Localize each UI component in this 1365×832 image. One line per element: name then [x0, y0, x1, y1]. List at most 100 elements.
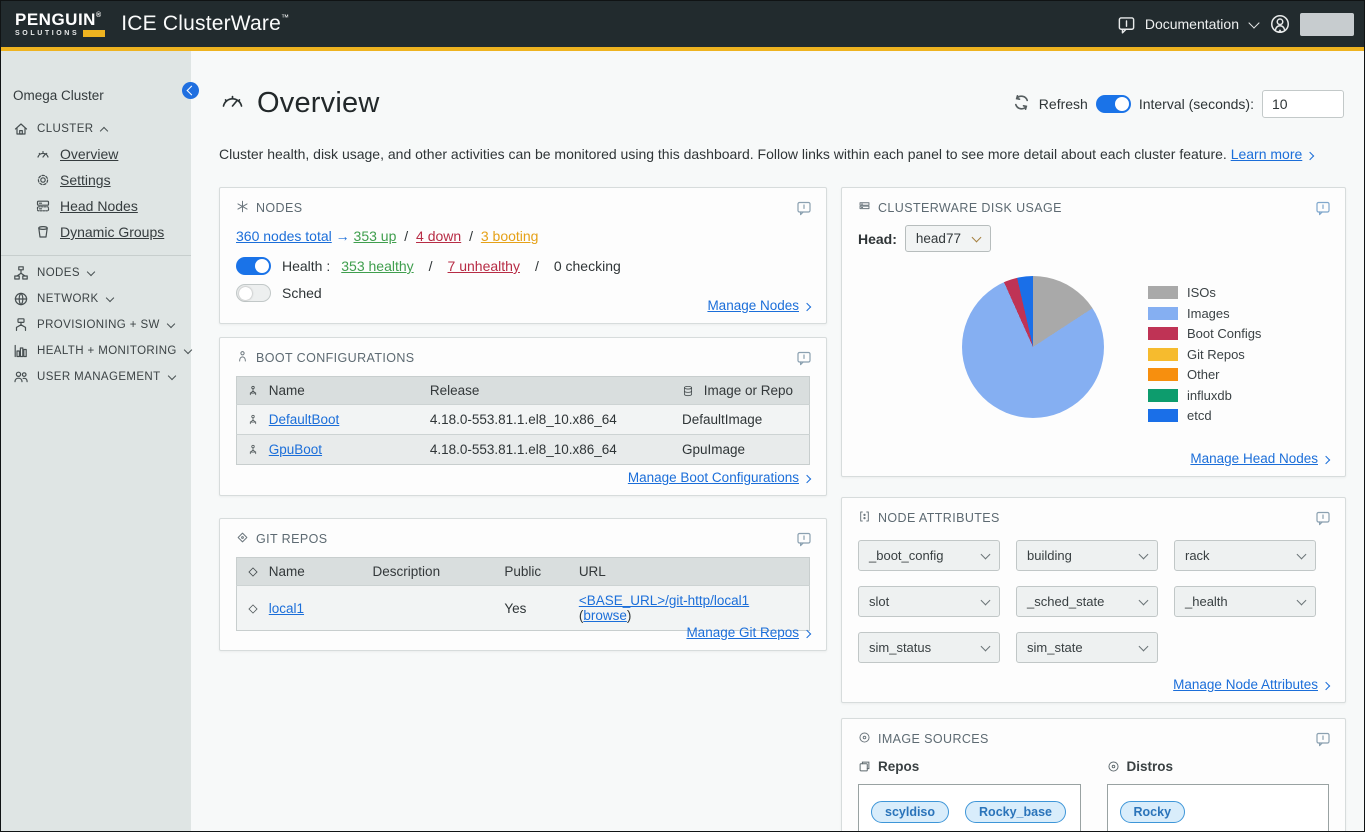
manage-nodes-link[interactable]: Manage Nodes	[707, 298, 799, 313]
panel-help-icon[interactable]	[1315, 731, 1331, 750]
documentation-icon[interactable]	[1117, 15, 1136, 34]
chevron-down-icon	[105, 293, 113, 301]
page-description: Cluster health, disk usage, and other ac…	[219, 146, 1344, 162]
penguin-solutions-wordmark: SOLUTIONS	[15, 30, 79, 37]
head-node-select[interactable]: head77	[905, 225, 991, 252]
legend-item: ISOs	[1148, 285, 1261, 300]
legend-label: Git Repos	[1187, 347, 1245, 362]
panel-help-icon[interactable]	[1315, 200, 1331, 219]
repo-pill[interactable]: Rocky_base	[965, 801, 1066, 823]
nodes-unhealthy-link[interactable]: 7 unhealthy	[448, 258, 520, 274]
git-url-link[interactable]: <BASE_URL>/git-http/local1	[579, 593, 749, 608]
chevron-down-icon[interactable]	[1248, 17, 1259, 28]
sidebar-item-overview[interactable]: Overview	[1, 141, 191, 167]
git-browse-link[interactable]: browse	[583, 608, 627, 623]
manage-boot-configurations-link[interactable]: Manage Boot Configurations	[628, 470, 799, 485]
boot-config-link[interactable]: GpuBoot	[269, 442, 322, 457]
git-icon	[247, 603, 259, 615]
sidebar-group-cluster[interactable]: CLUSTER	[1, 117, 191, 141]
server-icon	[35, 198, 51, 214]
sidebar: Omega Cluster CLUSTER Overview Setti	[1, 51, 191, 831]
attribute-select[interactable]: rack	[1174, 540, 1316, 571]
chevron-down-icon	[167, 371, 175, 379]
top-bar: PENGUIN® SOLUTIONS ICE ClusterWare™ Docu…	[1, 1, 1364, 47]
boot-configurations-table: Name Release Image or Repo	[236, 376, 810, 465]
sidebar-item-settings[interactable]: Settings	[1, 167, 191, 193]
chevron-down-icon	[981, 641, 991, 651]
health-toggle[interactable]	[236, 257, 271, 275]
tree-icon	[247, 444, 259, 456]
trademark: ™	[281, 13, 289, 22]
logo-gold-chip	[83, 30, 105, 37]
nodes-panel: NODES 360 nodes total → 353 up / 4 down …	[219, 187, 827, 324]
panel-help-icon[interactable]	[796, 531, 812, 550]
legend-swatch	[1148, 286, 1178, 299]
attribute-selects: _boot_config building rack slot _sched_s…	[858, 540, 1329, 663]
legend-item: Images	[1148, 306, 1261, 321]
documentation-link[interactable]: Documentation	[1145, 16, 1239, 32]
sidebar-collapse-button[interactable]	[182, 82, 199, 99]
sidebar-section-network[interactable]: NETWORK	[1, 286, 191, 312]
git-repos-panel-icon	[236, 531, 249, 547]
attribute-select[interactable]: _health	[1174, 586, 1316, 617]
legend-label: Other	[1187, 367, 1220, 382]
penguin-logo: PENGUIN® SOLUTIONS	[15, 11, 105, 37]
nodes-up-link[interactable]: 353 up	[354, 228, 397, 244]
nodes-booting-link[interactable]: 3 booting	[481, 228, 539, 244]
attribute-select[interactable]: _sched_state	[1016, 586, 1158, 617]
manage-head-nodes-link[interactable]: Manage Head Nodes	[1190, 451, 1318, 466]
sidebar-item-head-nodes[interactable]: Head Nodes	[1, 193, 191, 219]
user-name-redacted[interactable]	[1300, 13, 1354, 36]
image-sources-panel: IMAGE SOURCES Repos	[841, 718, 1346, 831]
repo-pill[interactable]: scyldiso	[871, 801, 949, 823]
learn-more-link[interactable]: Learn more	[1231, 146, 1303, 162]
distro-pill[interactable]: Rocky	[1120, 801, 1186, 823]
manage-node-attributes-link[interactable]: Manage Node Attributes	[1173, 677, 1318, 692]
attribute-select[interactable]: building	[1016, 540, 1158, 571]
attribute-select[interactable]: sim_status	[858, 632, 1000, 663]
refresh-icon[interactable]	[1012, 93, 1031, 115]
sidebar-divider	[1, 255, 191, 256]
nodes-summary: 360 nodes total → 353 up / 4 down / 3 bo…	[236, 228, 810, 244]
sidebar-section-health[interactable]: HEALTH + MONITORING	[1, 338, 191, 364]
legend-label: influxdb	[1187, 388, 1232, 403]
sidebar-section-nodes[interactable]: NODES	[1, 260, 191, 286]
main-content: Overview Refresh Interval (seconds): Clu…	[191, 51, 1364, 831]
database-icon	[682, 385, 694, 397]
interval-input[interactable]	[1262, 90, 1344, 118]
attribute-select[interactable]: sim_state	[1016, 632, 1158, 663]
git-repo-link[interactable]: local1	[269, 601, 304, 616]
refresh-label: Refresh	[1039, 96, 1088, 112]
sched-toggle[interactable]	[236, 284, 271, 302]
head-label: Head:	[858, 231, 897, 247]
account-icon[interactable]	[1269, 13, 1291, 35]
chevron-right-icon	[803, 303, 811, 311]
chevron-down-icon	[972, 232, 982, 242]
nodes-down-link[interactable]: 4 down	[416, 228, 461, 244]
legend-item: Boot Configs	[1148, 326, 1261, 341]
boot-config-link[interactable]: DefaultBoot	[269, 412, 340, 427]
git-repos-panel: GIT REPOS Name	[219, 518, 827, 651]
disk-usage-legend: ISOs Images Boot Configs Git Repos Other infl…	[1148, 276, 1261, 423]
legend-label: ISOs	[1187, 285, 1216, 300]
distros-label: Distros	[1107, 759, 1330, 774]
legend-item: etcd	[1148, 408, 1261, 423]
sidebar-item-dynamic-groups[interactable]: Dynamic Groups	[1, 219, 191, 245]
attribute-select[interactable]: _boot_config	[858, 540, 1000, 571]
nodes-total-link[interactable]: 360 nodes total	[236, 228, 332, 244]
refresh-toggle[interactable]	[1096, 95, 1131, 113]
app-window: PENGUIN® SOLUTIONS ICE ClusterWare™ Docu…	[0, 0, 1365, 832]
legend-swatch	[1148, 368, 1178, 381]
sidebar-section-provisioning[interactable]: PROVISIONING + SW	[1, 312, 191, 338]
nodes-healthy-link[interactable]: 353 healthy	[341, 258, 413, 274]
users-icon	[13, 369, 29, 385]
table-row: local1 Yes <BASE_URL>/git-http/local1 (b…	[237, 586, 810, 631]
panel-help-icon[interactable]	[796, 200, 812, 219]
page-title: Overview	[257, 87, 379, 120]
attribute-select[interactable]: slot	[858, 586, 1000, 617]
panel-help-icon[interactable]	[796, 350, 812, 369]
manage-git-repos-link[interactable]: Manage Git Repos	[686, 625, 799, 640]
boot-configurations-panel: BOOT CONFIGURATIONS Name	[219, 337, 827, 496]
sidebar-section-user-management[interactable]: USER MANAGEMENT	[1, 364, 191, 390]
panel-help-icon[interactable]	[1315, 510, 1331, 529]
